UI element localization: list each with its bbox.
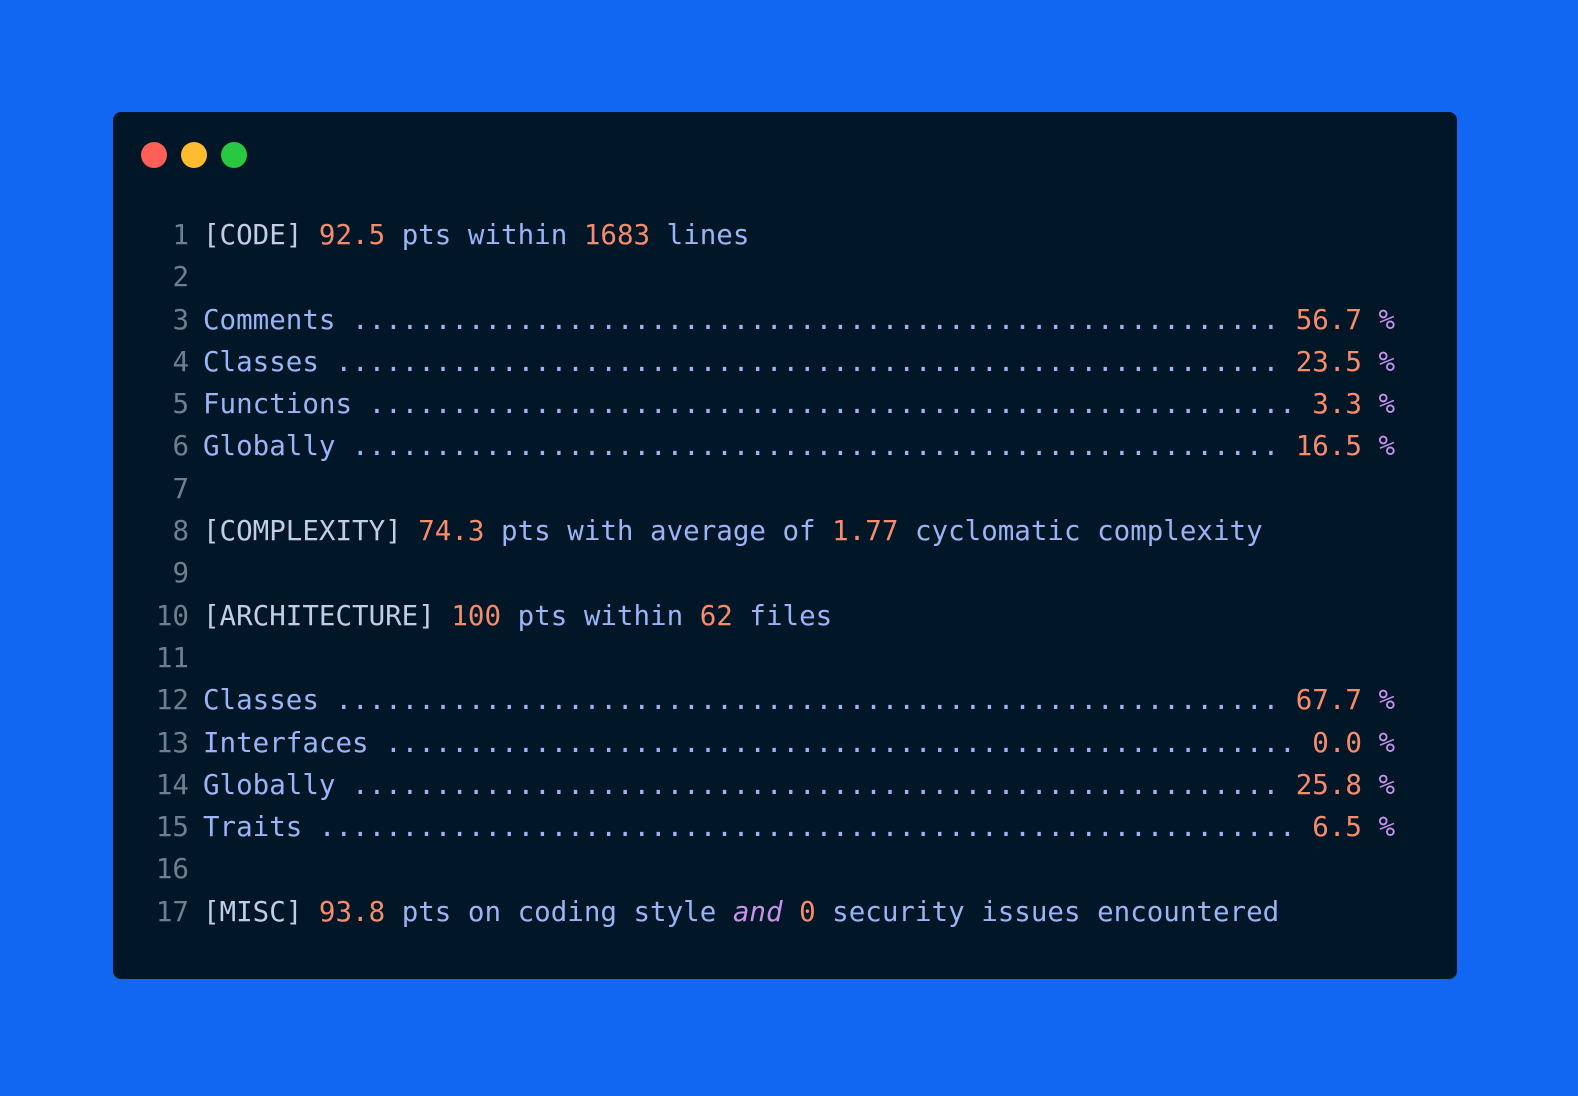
percent-sign: %: [1361, 684, 1396, 717]
line-number: 1: [172, 219, 189, 251]
code-text: [ARCHITECTURE]: [203, 599, 435, 632]
keyword: and: [732, 895, 783, 928]
code-text: Classes ................................…: [203, 684, 1296, 717]
minimize-icon[interactable]: [181, 142, 207, 168]
metric-value: 16.5: [1295, 430, 1362, 463]
code-text: Functions ..............................…: [203, 388, 1313, 421]
line-number: 5: [172, 388, 189, 421]
line-number: 7: [172, 472, 189, 505]
metric-value: 56.7: [1295, 303, 1362, 336]
code-line: 3 Comments ..............................…: [147, 299, 1395, 341]
line-number: 15: [155, 811, 189, 844]
code-text: pts with average of: [484, 515, 833, 548]
metric-value: 1683: [583, 219, 651, 251]
metric-value: 25.8: [1295, 768, 1362, 801]
metric-value: 93.8: [318, 895, 386, 928]
line-number: 3: [172, 303, 189, 336]
code-line: 7: [147, 468, 1395, 510]
code-line: 12 Classes ..............................…: [147, 679, 1395, 721]
metric-value: 67.7: [1295, 684, 1362, 717]
line-number: 14: [155, 768, 189, 801]
code-line: 14 Globally .............................…: [147, 764, 1395, 806]
line-number: 16: [155, 853, 189, 886]
code-text: security issues encountered: [815, 895, 1280, 928]
code-text: [COMPLEXITY]: [203, 515, 402, 548]
code-text: [CODE]: [203, 219, 303, 251]
line-number: 11: [155, 641, 189, 674]
code-text: files: [732, 599, 833, 632]
metric-value: 92.5: [318, 219, 386, 251]
terminal-window: 1 [CODE] 92.5 pts within 1683 lines 2 3 Comm…: [113, 112, 1457, 979]
line-number: 10: [155, 599, 189, 632]
code-text: Classes ................................…: [203, 345, 1296, 378]
metric-value: 0.0: [1312, 726, 1362, 759]
metric-value: 23.5: [1295, 345, 1362, 378]
code-line: 6 Globally ..............................…: [147, 425, 1395, 467]
line-number: 12: [155, 684, 189, 717]
line-number: 9: [172, 557, 189, 590]
code-line: 4 Classes ...............................…: [147, 341, 1395, 383]
code-text: pts within: [501, 599, 700, 632]
line-number: 2: [172, 261, 189, 294]
line-number: 17: [155, 895, 189, 928]
metric-value: 3.3: [1312, 388, 1362, 421]
code-line: 9: [147, 552, 1395, 594]
line-number: 13: [155, 726, 189, 759]
code-line: 16: [147, 848, 1395, 890]
code-line: 2: [147, 256, 1395, 298]
percent-sign: %: [1361, 768, 1396, 801]
code-text: Traits .................................…: [203, 811, 1313, 844]
code-text: cyclomatic complexity: [898, 515, 1263, 548]
code-text: Interfaces .............................…: [203, 726, 1313, 759]
metric-value: 100: [451, 599, 502, 632]
line-number: 8: [172, 515, 189, 548]
line-number: 6: [172, 430, 189, 463]
code-line: 13 Interfaces ...........................…: [147, 722, 1395, 764]
close-icon[interactable]: [141, 142, 167, 168]
code-line: 5 Functions .............................…: [147, 383, 1395, 425]
code-text: Globally ...............................…: [203, 768, 1296, 801]
code-text: pts on coding style: [385, 895, 733, 928]
metric-value: 0: [799, 895, 816, 928]
code-line: 11: [147, 637, 1395, 679]
code-line: 15 Traits ...............................…: [147, 806, 1395, 848]
code-line: 17 [MISC] 93.8 pts on coding style and 0 …: [147, 891, 1395, 933]
code-text: [MISC]: [203, 895, 303, 928]
line-number: 4: [172, 345, 189, 378]
code-text: pts within: [385, 219, 584, 251]
percent-sign: %: [1361, 388, 1396, 421]
metric-value: 6.5: [1312, 811, 1362, 844]
percent-sign: %: [1361, 345, 1396, 378]
code-line: 10 [ARCHITECTURE] 100 pts within 62 files: [147, 595, 1395, 637]
percent-sign: %: [1361, 303, 1396, 336]
code-line: 8 [COMPLEXITY] 74.3 pts with average of 1…: [147, 510, 1395, 552]
code-text: lines: [650, 219, 750, 251]
metric-value: 62: [699, 599, 733, 632]
code-block: 1 [CODE] 92.5 pts within 1683 lines 2 3 Comm…: [147, 214, 1395, 933]
percent-sign: %: [1361, 430, 1396, 463]
code-text: Globally ...............................…: [203, 430, 1296, 463]
code-line: 1 [CODE] 92.5 pts within 1683 lines: [147, 214, 1395, 256]
maximize-icon[interactable]: [221, 142, 247, 168]
code-text: Comments ...............................…: [203, 303, 1296, 336]
metric-value: 1.77: [832, 515, 899, 548]
percent-sign: %: [1361, 726, 1396, 759]
metric-value: 74.3: [418, 515, 485, 548]
percent-sign: %: [1361, 811, 1396, 844]
